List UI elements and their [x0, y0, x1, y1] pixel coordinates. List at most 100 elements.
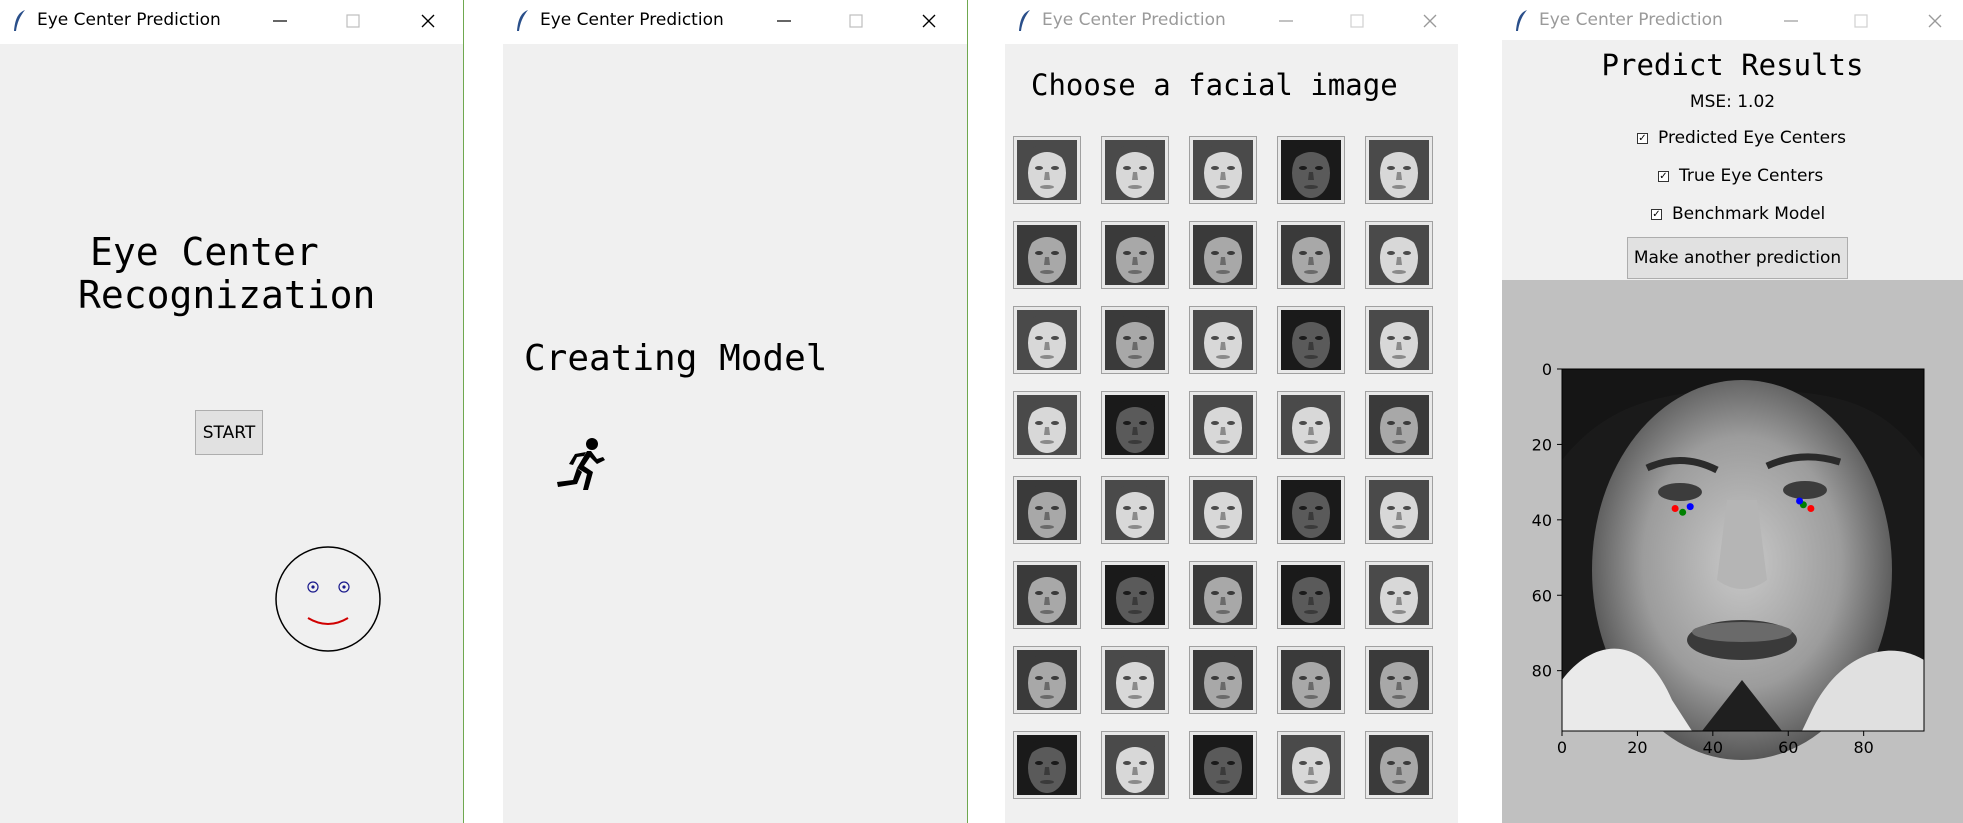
minimize-icon[interactable]: [1776, 6, 1806, 36]
close-icon[interactable]: [413, 6, 443, 36]
face-thumbnail-image: [1105, 565, 1165, 625]
face-thumbnail-button[interactable]: [1277, 221, 1345, 289]
face-thumbnail-image: [1017, 310, 1077, 370]
face-thumbnail-button[interactable]: [1277, 476, 1345, 544]
face-thumbnail-button[interactable]: [1101, 136, 1169, 204]
checkbox-predicted[interactable]: ✓ Predicted Eye Centers: [1637, 128, 1846, 148]
face-thumbnail-button[interactable]: [1189, 561, 1257, 629]
maximize-icon[interactable]: [1342, 6, 1372, 36]
face-thumbnail-button[interactable]: [1189, 306, 1257, 374]
face-thumbnail-button[interactable]: [1277, 136, 1345, 204]
face-thumbnail-image: [1017, 140, 1077, 200]
face-thumbnail-button[interactable]: [1101, 476, 1169, 544]
title-bar[interactable]: Eye Center Prediction: [1005, 0, 1458, 44]
face-thumbnail-button[interactable]: [1013, 561, 1081, 629]
y-tick-label: 0: [1542, 360, 1552, 379]
title-bar[interactable]: Eye Center Prediction: [503, 0, 967, 44]
face-thumbnail-button[interactable]: [1365, 391, 1433, 459]
maximize-icon[interactable]: [338, 6, 368, 36]
face-thumbnail-image: [1017, 225, 1077, 285]
feather-icon: [517, 10, 528, 31]
choose-face-heading: Choose a facial image: [1031, 68, 1398, 102]
close-icon[interactable]: [914, 6, 944, 36]
face-thumbnail-button[interactable]: [1277, 391, 1345, 459]
face-thumbnail-button[interactable]: [1013, 136, 1081, 204]
window-title: Eye Center Prediction: [1042, 10, 1226, 30]
face-thumbnail-image: [1281, 480, 1341, 540]
face-thumbnail-button[interactable]: [1189, 391, 1257, 459]
face-thumbnail-image: [1369, 480, 1429, 540]
face-thumbnail-button[interactable]: [1101, 646, 1169, 714]
title-bar[interactable]: Eye Center Prediction: [1502, 0, 1963, 44]
eye-plot: 0 20 40 60 80 0 20 40 60 80: [1532, 360, 1925, 760]
face-thumbnail-button[interactable]: [1365, 731, 1433, 799]
window-title: Eye Center Prediction: [540, 10, 724, 30]
face-thumbnail-button[interactable]: [1277, 306, 1345, 374]
face-thumbnail-image: [1193, 650, 1253, 710]
face-thumbnail-image: [1281, 735, 1341, 795]
predicted-eye-marker: [1807, 505, 1815, 513]
face-thumbnail-button[interactable]: [1013, 306, 1081, 374]
face-thumbnail-image: [1369, 565, 1429, 625]
checkbox-true[interactable]: ✓ True Eye Centers: [1658, 166, 1823, 186]
x-tick-label: 60: [1778, 738, 1798, 757]
face-thumbnail-button[interactable]: [1013, 646, 1081, 714]
face-thumbnail-button[interactable]: [1013, 476, 1081, 544]
app-heading-line2: Recognization: [78, 273, 376, 317]
face-thumbnail-button[interactable]: [1365, 221, 1433, 289]
face-thumbnail-image: [1369, 140, 1429, 200]
face-thumbnail-button[interactable]: [1189, 731, 1257, 799]
checkbox-benchmark[interactable]: ✓ Benchmark Model: [1651, 204, 1825, 224]
minimize-icon[interactable]: [769, 6, 799, 36]
face-thumbnail-button[interactable]: [1101, 731, 1169, 799]
minimize-icon[interactable]: [265, 6, 295, 36]
results-heading: Predict Results: [1601, 48, 1864, 82]
minimize-icon[interactable]: [1271, 6, 1301, 36]
start-button[interactable]: START: [195, 410, 263, 455]
face-thumbnail-image: [1369, 735, 1429, 795]
face-thumbnail-button[interactable]: [1277, 731, 1345, 799]
checkbox-label: Benchmark Model: [1672, 204, 1826, 224]
feather-icon: [1516, 10, 1527, 31]
face-thumbnail-image: [1193, 310, 1253, 370]
face-thumbnail-button[interactable]: [1277, 646, 1345, 714]
face-thumbnail-image: [1017, 565, 1077, 625]
close-icon[interactable]: [1415, 6, 1445, 36]
checkbox-box[interactable]: ✓: [1651, 208, 1662, 220]
face-thumbnail-button[interactable]: [1101, 561, 1169, 629]
face-thumbnail-button[interactable]: [1365, 306, 1433, 374]
face-thumbnail-button[interactable]: [1365, 136, 1433, 204]
face-thumbnail-button[interactable]: [1013, 221, 1081, 289]
feather-icon: [14, 10, 25, 31]
face-thumbnail-image: [1281, 565, 1341, 625]
app-heading-line1: Eye Center: [90, 230, 319, 274]
close-icon[interactable]: [1920, 6, 1950, 36]
face-image: [1562, 369, 1924, 760]
face-thumbnail-button[interactable]: [1277, 561, 1345, 629]
face-thumbnail-button[interactable]: [1189, 476, 1257, 544]
checkbox-box[interactable]: ✓: [1658, 170, 1669, 182]
maximize-icon[interactable]: [841, 6, 871, 36]
face-thumbnail-button[interactable]: [1101, 221, 1169, 289]
checkbox-box[interactable]: ✓: [1637, 132, 1648, 144]
plot-area: 0 20 40 60 80 0 20 40 60 80: [1502, 280, 1963, 823]
face-thumbnail-button[interactable]: [1013, 391, 1081, 459]
face-thumbnail-button[interactable]: [1189, 136, 1257, 204]
make-another-prediction-button[interactable]: Make another prediction: [1627, 237, 1848, 279]
face-thumbnail-image: [1369, 395, 1429, 455]
title-bar[interactable]: Eye Center Prediction: [0, 0, 463, 44]
checkbox-label: True Eye Centers: [1679, 166, 1824, 186]
y-tick-label: 40: [1532, 511, 1552, 530]
face-thumbnail-button[interactable]: [1189, 646, 1257, 714]
face-thumbnail-image: [1193, 395, 1253, 455]
face-thumbnail-button[interactable]: [1189, 221, 1257, 289]
face-thumbnail-button[interactable]: [1101, 391, 1169, 459]
face-thumbnail-button[interactable]: [1365, 561, 1433, 629]
face-thumbnail-button[interactable]: [1365, 646, 1433, 714]
face-thumbnail-image: [1193, 225, 1253, 285]
face-thumbnail-button[interactable]: [1013, 731, 1081, 799]
maximize-icon[interactable]: [1846, 6, 1876, 36]
face-thumbnail-button[interactable]: [1101, 306, 1169, 374]
face-thumbnail-image: [1193, 140, 1253, 200]
face-thumbnail-button[interactable]: [1365, 476, 1433, 544]
